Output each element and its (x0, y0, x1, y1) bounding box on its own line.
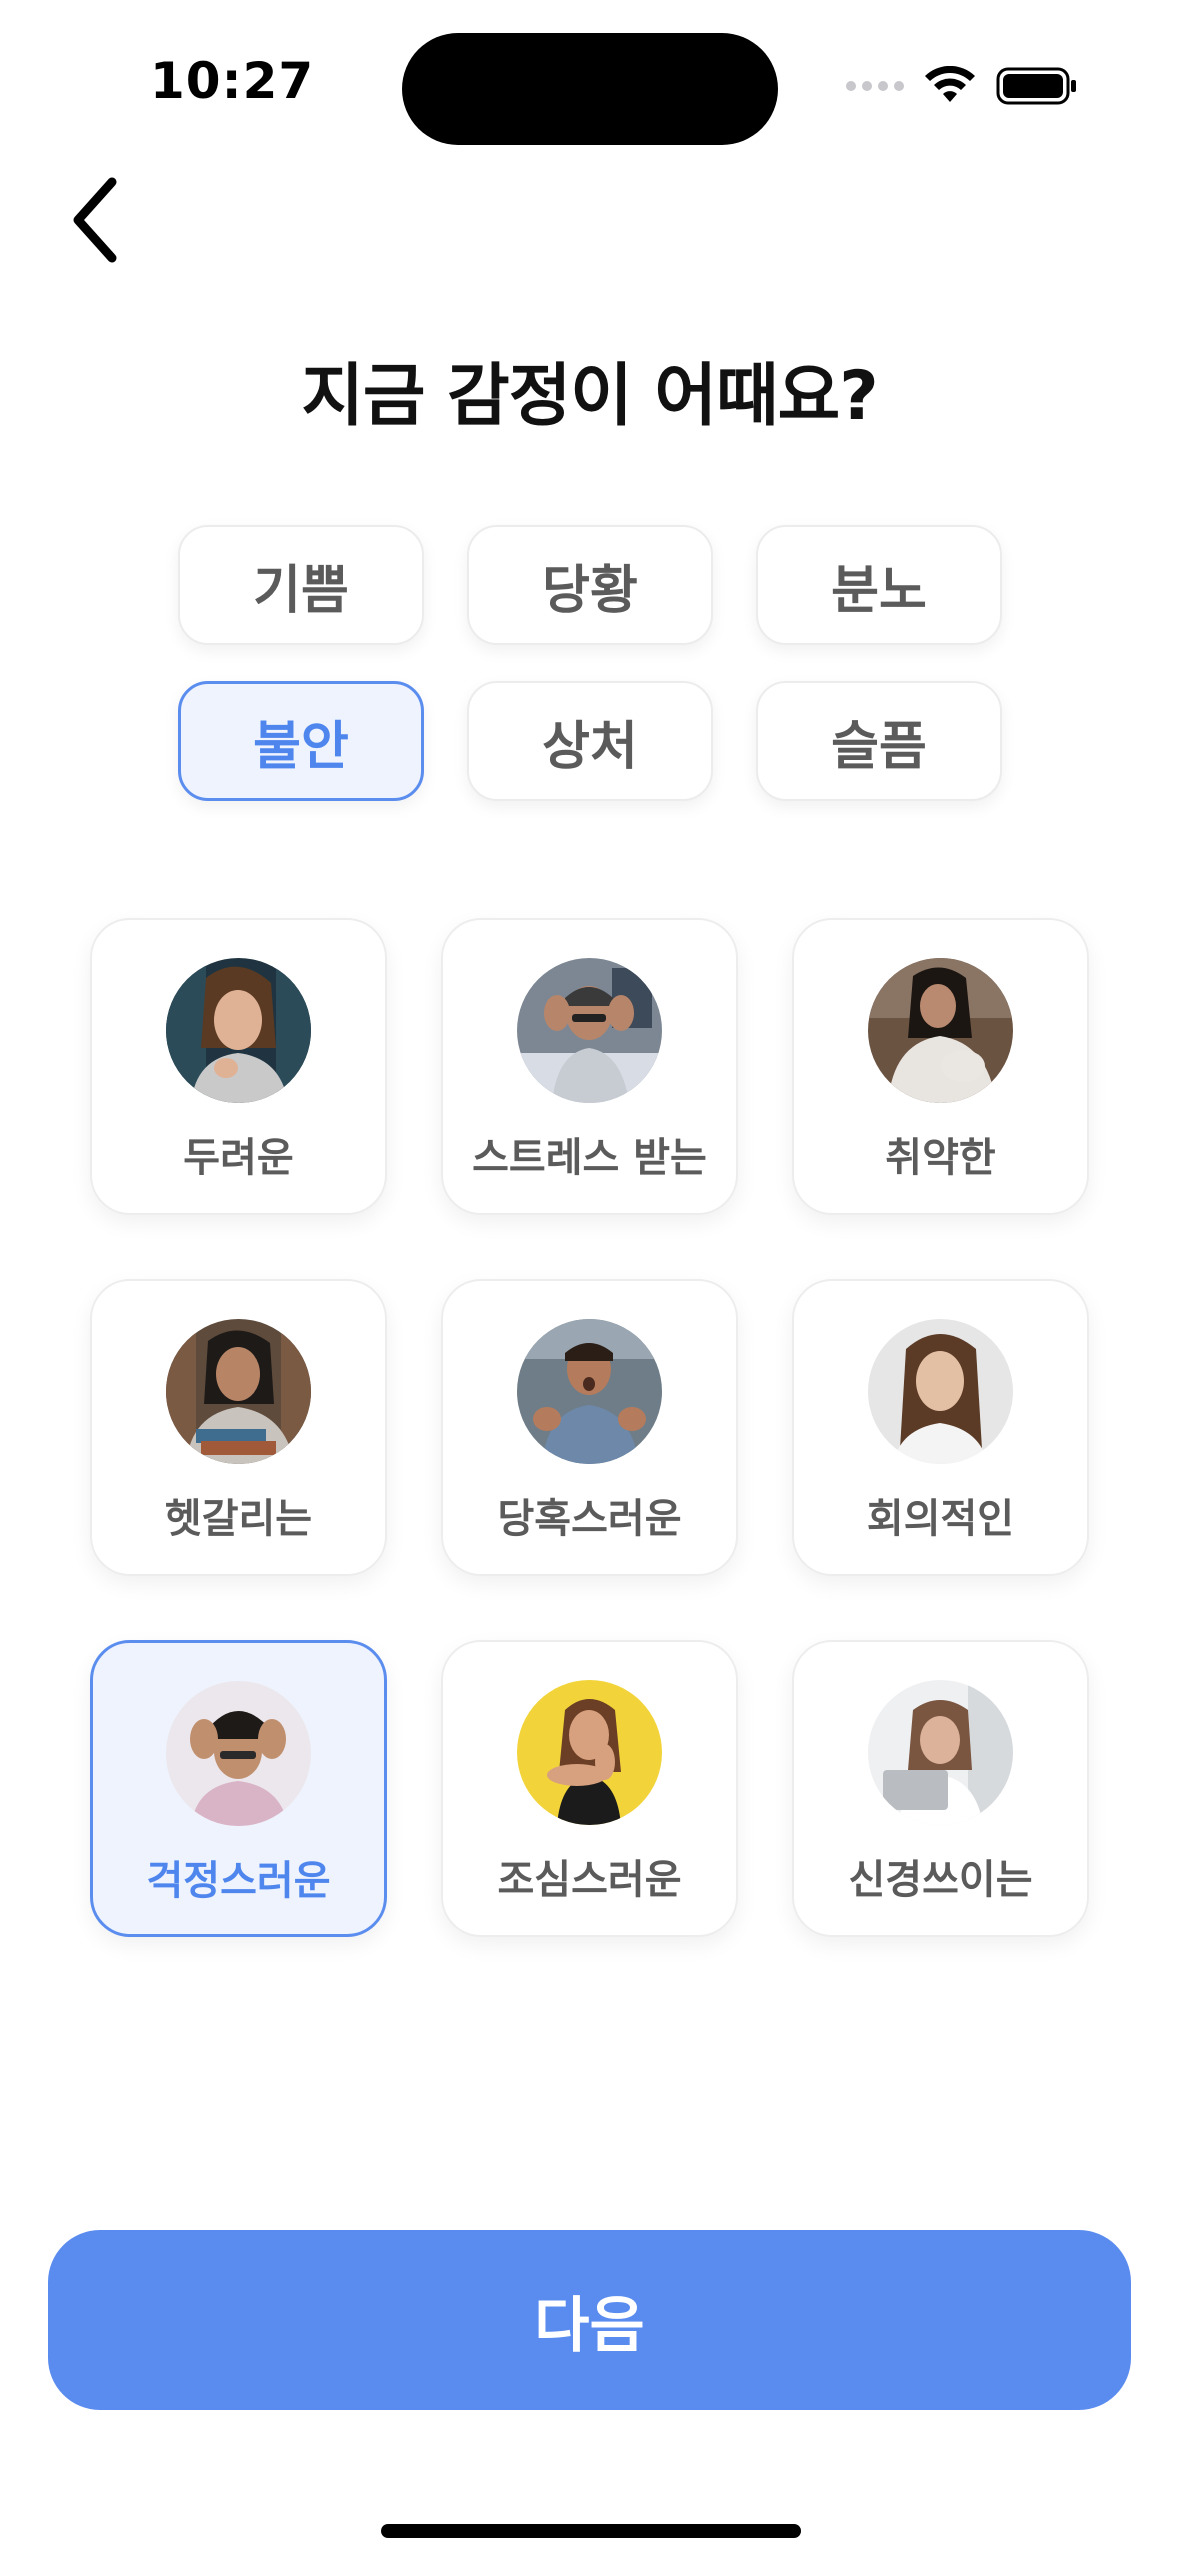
emotion-label: 취약한 (885, 1135, 996, 1181)
emotion-label: 스트레스 받는 (472, 1135, 707, 1181)
emotion-label: 두려운 (183, 1135, 294, 1181)
category-chip-anger[interactable]: 분노 (756, 525, 1002, 645)
avatar (166, 958, 311, 1103)
emotion-card-worried[interactable]: 걱정스러운 (90, 1640, 387, 1937)
avatar (868, 1680, 1013, 1825)
page-title: 지금 감정이 어때요? (301, 357, 878, 436)
home-indicator (381, 2524, 801, 2538)
emotion-label: 회의적인 (866, 1496, 1015, 1542)
emotion-label: 헷갈리는 (164, 1496, 313, 1542)
emotion-card-stressed[interactable]: 스트레스 받는 (441, 918, 738, 1215)
category-chip-joy[interactable]: 기쁨 (178, 525, 424, 645)
category-chip-sadness[interactable]: 슬픔 (756, 681, 1002, 801)
emotion-label: 조심스러운 (497, 1857, 682, 1903)
dynamic-island (402, 33, 778, 145)
emotion-label: 걱정스러운 (146, 1858, 331, 1904)
avatar (517, 958, 662, 1103)
category-chips: 기쁨 당황 분노 불안 상처 슬픔 (178, 525, 1002, 801)
emotion-card-skeptical[interactable]: 회의적인 (792, 1279, 1089, 1576)
cellular-signal-icon (846, 81, 904, 91)
emotion-card-bothered[interactable]: 신경쓰이는 (792, 1640, 1089, 1937)
chevron-left-icon (73, 177, 117, 263)
avatar (868, 958, 1013, 1103)
emotion-card-cautious[interactable]: 조심스러운 (441, 1640, 738, 1937)
avatar (868, 1319, 1013, 1464)
avatar (166, 1319, 311, 1464)
status-indicators (846, 66, 1078, 106)
emotion-grid: 두려운 스트레스 받는 취약한 헷갈리는 당혹스러운 회의적인 걱정스러운 조심… (90, 918, 1090, 1937)
status-time: 10:27 (150, 52, 315, 110)
avatar (517, 1319, 662, 1464)
wifi-icon (925, 66, 975, 102)
avatar (166, 1681, 311, 1826)
category-chip-anxiety[interactable]: 불안 (178, 681, 424, 801)
battery-icon (996, 67, 1076, 105)
emotion-card-confused[interactable]: 헷갈리는 (90, 1279, 387, 1576)
emotion-label: 당혹스러운 (497, 1496, 682, 1542)
category-chip-embarrassed[interactable]: 당황 (467, 525, 713, 645)
emotion-card-fearful[interactable]: 두려운 (90, 918, 387, 1215)
next-button[interactable]: 다음 (48, 2230, 1131, 2410)
category-chip-hurt[interactable]: 상처 (467, 681, 713, 801)
emotion-label: 신경쓰이는 (848, 1857, 1033, 1903)
avatar (517, 1680, 662, 1825)
emotion-card-bewildered[interactable]: 당혹스러운 (441, 1279, 738, 1576)
back-button[interactable] (55, 170, 135, 270)
emotion-card-vulnerable[interactable]: 취약한 (792, 918, 1089, 1215)
